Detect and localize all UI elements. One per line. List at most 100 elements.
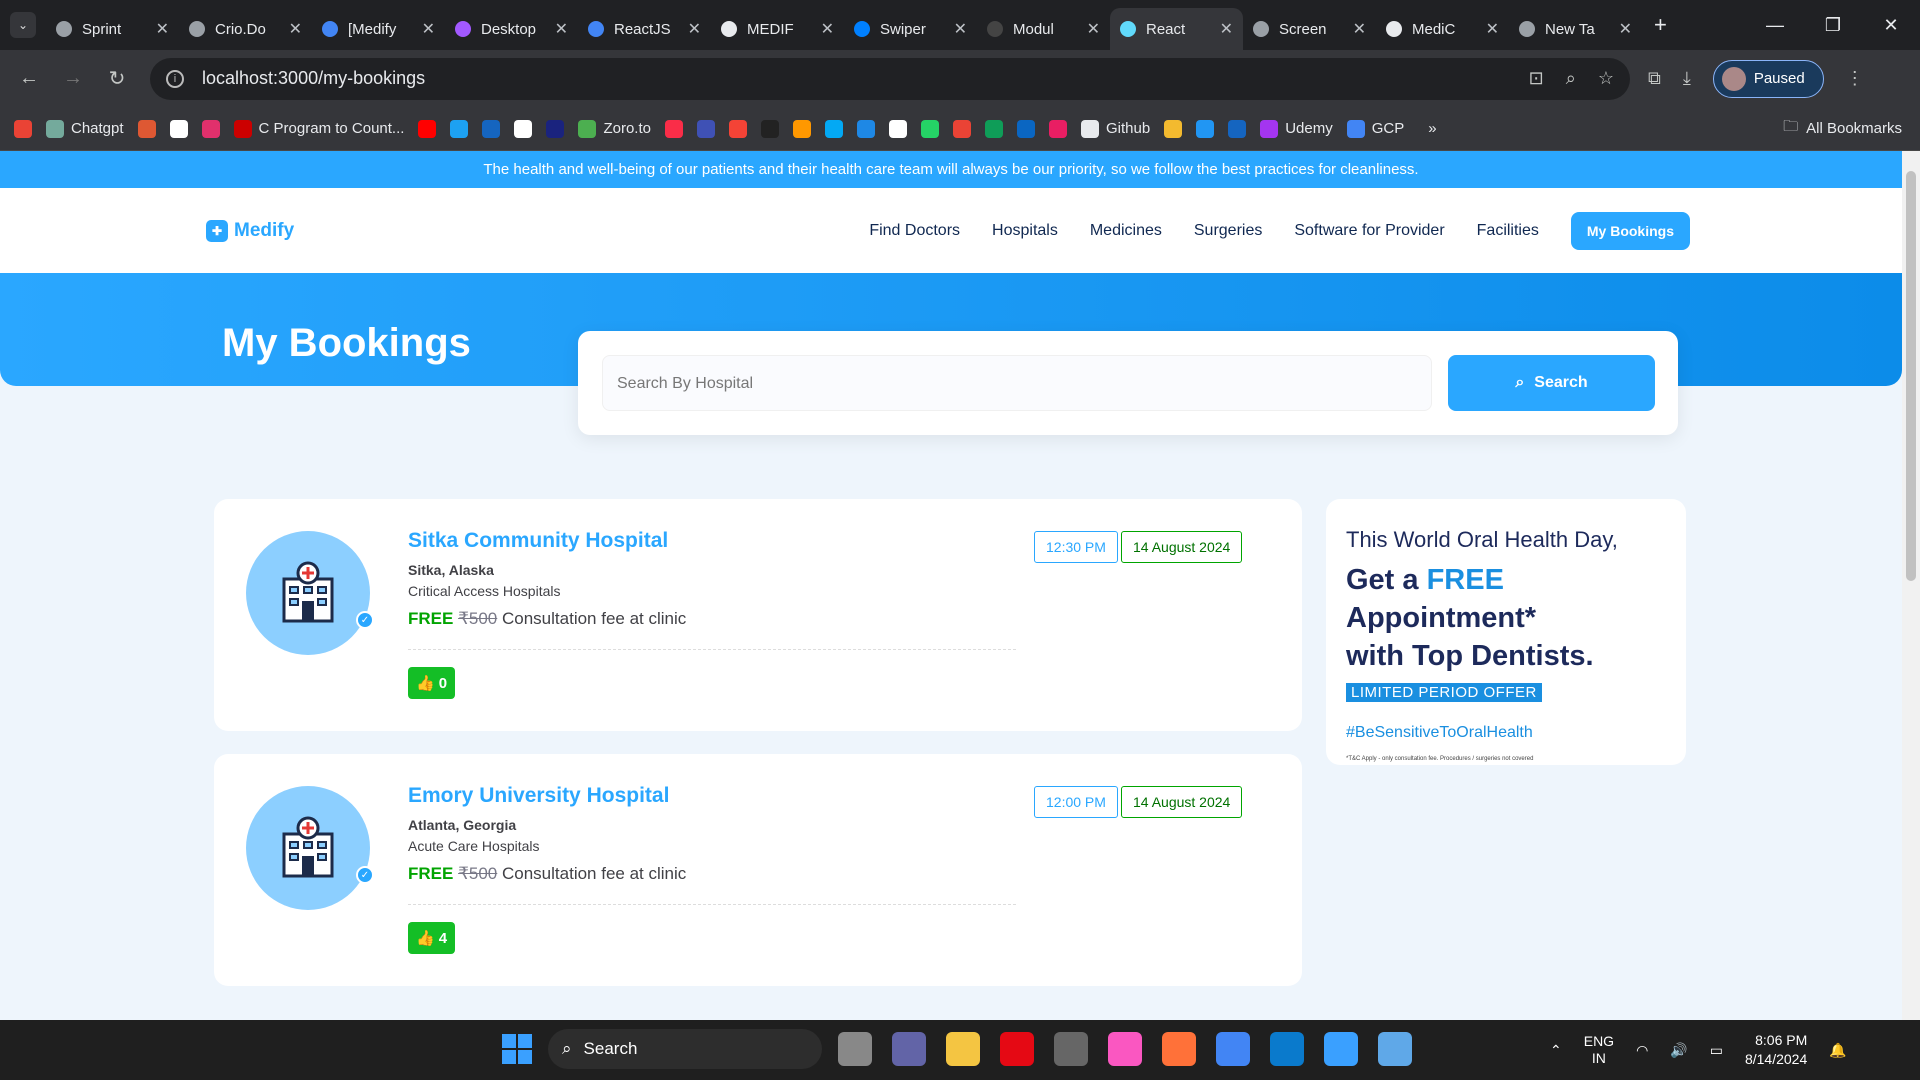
bookmark-item[interactable] [1048,119,1067,138]
bookmark-item[interactable] [1016,119,1035,138]
nav-software-for-provider[interactable]: Software for Provider [1294,222,1444,240]
tab-close-icon[interactable]: ✕ [422,19,435,39]
browser-tab[interactable]: ReactJS ✕ [578,8,711,50]
task-view-icon[interactable] [838,1032,872,1066]
minimize-icon[interactable]: — [1746,15,1804,36]
bookmark-item[interactable] [14,119,32,138]
bookmark-item[interactable] [856,119,875,138]
browser-tab[interactable]: Modul ✕ [977,8,1110,50]
browser-tab[interactable]: New Ta ✕ [1509,8,1642,50]
nav-surgeries[interactable]: Surgeries [1194,222,1262,240]
teams-icon[interactable] [892,1032,926,1066]
bookmark-item[interactable] [169,119,188,138]
bookmark-item[interactable] [1228,119,1247,138]
hospital-name[interactable]: Sitka Community Hospital [408,529,668,553]
tab-close-icon[interactable]: ✕ [954,19,967,39]
nav-medicines[interactable]: Medicines [1090,222,1162,240]
bookmark-item[interactable] [546,119,565,138]
nav-find-doctors[interactable]: Find Doctors [869,222,960,240]
bookmark-item[interactable] [664,119,683,138]
menu-icon[interactable]: ⋮ [1846,68,1864,89]
tab-close-icon[interactable]: ✕ [1087,19,1100,39]
browser-tab[interactable]: [Medify ✕ [312,8,445,50]
firefox-icon[interactable] [1162,1032,1196,1066]
start-icon[interactable] [502,1034,532,1064]
file-explorer-icon[interactable] [946,1032,980,1066]
bookmark-item[interactable] [137,119,156,138]
my-bookings-button[interactable]: My Bookings [1570,211,1690,250]
back-icon[interactable]: ← [14,67,44,90]
browser-tab[interactable]: React ✕ [1110,8,1243,50]
tab-close-icon[interactable]: ✕ [1220,19,1233,39]
close-window-icon[interactable]: ✕ [1862,15,1920,36]
bookmark-item[interactable] [824,119,843,138]
bookmark-item[interactable] [760,119,779,138]
browser-tab[interactable]: Sprint ✕ [46,8,179,50]
taskbar-search[interactable]: ⌕ Search [548,1029,822,1069]
bookmark-item[interactable]: C Program to Count... [233,119,404,138]
all-bookmarks[interactable]: 🗀 All Bookmarks [1783,116,1902,141]
battery-icon[interactable]: ▭ [1710,1042,1723,1059]
tab-close-icon[interactable]: ✕ [1353,19,1366,39]
tab-close-icon[interactable]: ✕ [1486,19,1499,39]
photos-icon[interactable] [1378,1032,1412,1066]
bookmark-item[interactable] [1196,119,1215,138]
browser-tab[interactable]: Desktop ✕ [445,8,578,50]
address-bar[interactable]: i localhost:3000/my-bookings ⊡ ⌕ ☆ [150,57,1630,100]
bookmark-item[interactable]: Zoro.to [578,119,651,138]
volume-icon[interactable]: 🔊 [1670,1042,1687,1059]
restore-icon[interactable]: ❐ [1804,15,1862,36]
browser-tab[interactable]: Swiper ✕ [844,8,977,50]
bookmark-item[interactable] [728,119,747,138]
netflix-icon[interactable] [1000,1032,1034,1066]
settings-app-icon[interactable] [1324,1032,1358,1066]
browser-tab[interactable]: Crio.Do ✕ [179,8,312,50]
tab-close-icon[interactable]: ✕ [289,19,302,39]
forward-icon[interactable]: → [58,67,88,90]
itunes-icon[interactable] [1108,1032,1142,1066]
promo-ad[interactable]: This World Oral Health Day, Get a FREE A… [1326,499,1686,765]
bookmark-item[interactable] [920,119,939,138]
tab-close-icon[interactable]: ✕ [821,19,834,39]
chrome-icon[interactable] [1216,1032,1250,1066]
bookmark-item[interactable]: Chatgpt [46,119,124,138]
scrollbar-thumb[interactable] [1906,171,1916,581]
browser-tab[interactable]: MEDIF ✕ [711,8,844,50]
logo[interactable]: ✚ Medify [206,219,294,242]
search-input[interactable]: Search By Hospital [602,355,1432,411]
bookmark-item[interactable] [450,119,469,138]
bookmark-item[interactable] [418,119,437,138]
tab-search-icon[interactable]: ⌄ [10,12,36,38]
bookmark-item[interactable] [482,119,501,138]
language-indicator[interactable]: ENG IN [1584,1033,1614,1067]
reload-icon[interactable]: ↻ [102,66,132,91]
chevron-up-icon[interactable]: ⌃ [1550,1042,1562,1059]
extensions-icon[interactable]: ⧉ [1648,68,1661,89]
vscode-icon[interactable] [1270,1032,1304,1066]
bookmark-star-icon[interactable]: ☆ [1598,68,1614,89]
calculator-icon[interactable] [1054,1032,1088,1066]
tab-close-icon[interactable]: ✕ [156,19,169,39]
bookmark-item[interactable] [696,119,715,138]
bookmark-item[interactable]: Udemy [1260,119,1333,138]
tab-close-icon[interactable]: ✕ [1619,19,1632,39]
bookmark-item[interactable] [952,119,971,138]
like-badge[interactable]: 👍 4 [408,922,456,954]
bookmark-item[interactable]: GCP [1346,119,1404,138]
page-scrollbar[interactable] [1902,151,1920,1020]
install-app-icon[interactable]: ⊡ [1529,68,1544,89]
more-bookmarks-icon[interactable]: » [1428,120,1436,137]
bookmark-item[interactable] [514,119,533,138]
nav-facilities[interactable]: Facilities [1477,222,1539,240]
bookmark-item[interactable] [201,119,220,138]
downloads-icon[interactable]: ⤓ [1683,68,1691,89]
site-info-icon[interactable]: i [166,69,184,88]
clock[interactable]: 8:06 PM 8/14/2024 [1745,1031,1807,1069]
notification-icon[interactable]: 🔔 [1829,1042,1846,1059]
hospital-name[interactable]: Emory University Hospital [408,784,669,808]
browser-tab[interactable]: Screen ✕ [1243,8,1376,50]
tab-close-icon[interactable]: ✕ [555,19,568,39]
wifi-icon[interactable]: ◠ [1636,1042,1648,1059]
nav-hospitals[interactable]: Hospitals [992,222,1058,240]
tab-close-icon[interactable]: ✕ [688,19,701,39]
